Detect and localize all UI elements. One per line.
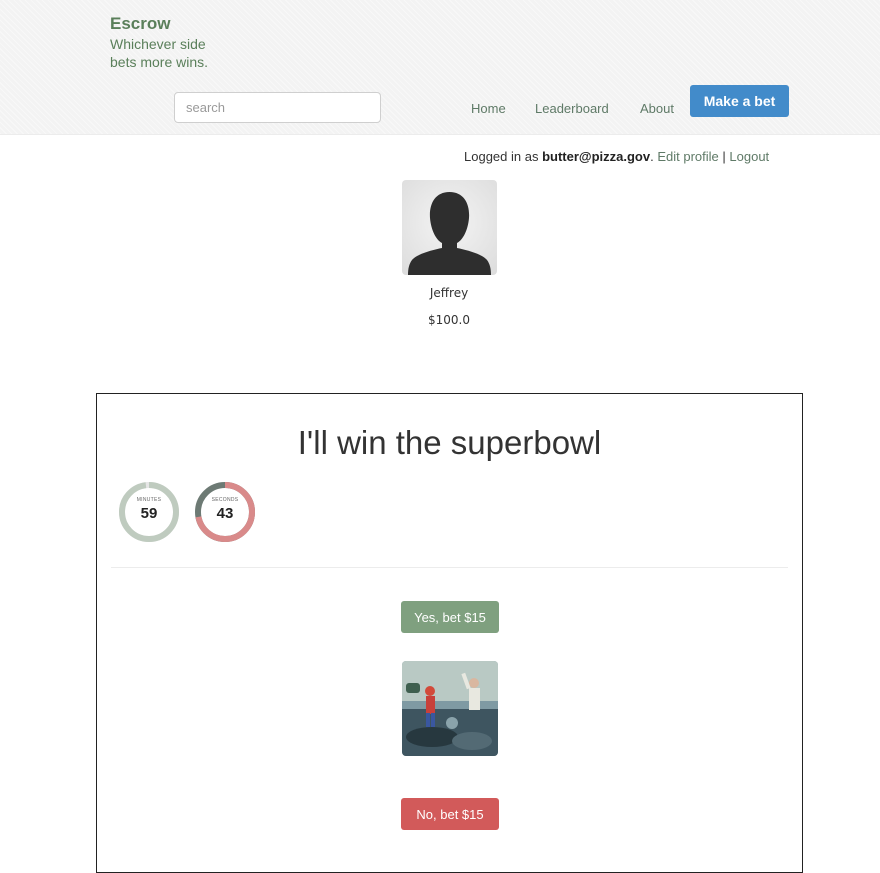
yes-bet-button[interactable]: Yes, bet $15 bbox=[401, 601, 499, 633]
card-divider bbox=[111, 567, 788, 568]
nav-home[interactable]: Home bbox=[471, 101, 506, 116]
bet-photo bbox=[402, 661, 498, 756]
seconds-label: SECONDS bbox=[211, 497, 239, 503]
brand-title[interactable]: Escrow bbox=[110, 14, 170, 34]
bet-title: I'll win the superbowl bbox=[297, 424, 602, 461]
session-email: butter@pizza.gov bbox=[542, 149, 651, 164]
make-bet-button[interactable]: Make a bet bbox=[690, 85, 789, 117]
seconds-timer: SECONDS 43 bbox=[193, 480, 257, 544]
logout-link[interactable]: Logout bbox=[729, 149, 769, 164]
search-input[interactable] bbox=[174, 92, 381, 123]
session-separator: | bbox=[722, 149, 726, 164]
nav-leaderboard[interactable]: Leaderboard bbox=[535, 101, 609, 116]
no-bet-button[interactable]: No, bet $15 bbox=[401, 798, 499, 830]
minutes-label: MINUTES bbox=[136, 497, 162, 503]
seconds-value: 43 bbox=[216, 505, 234, 522]
bet-card: I'll win the superbowl MINUTES 59 SECOND… bbox=[96, 393, 803, 873]
site-header: Escrow Whichever side bets more wins. Ho… bbox=[0, 0, 880, 135]
session-status: Logged in as butter@pizza.gov. Edit prof… bbox=[464, 149, 769, 164]
person-silhouette-icon bbox=[408, 192, 491, 275]
avatar[interactable] bbox=[402, 180, 497, 275]
profile-name[interactable]: Jeffrey bbox=[400, 286, 498, 300]
brand-tagline: Whichever side bets more wins. bbox=[110, 36, 209, 70]
bet-image bbox=[402, 661, 498, 756]
profile-balance: $100.0 bbox=[428, 313, 470, 327]
session-suffix: . bbox=[650, 149, 654, 164]
session-prefix: Logged in as bbox=[464, 149, 539, 164]
edit-profile-link[interactable]: Edit profile bbox=[657, 149, 718, 164]
minutes-value: 59 bbox=[140, 505, 158, 522]
nav-about[interactable]: About bbox=[640, 101, 674, 116]
minutes-timer: MINUTES 59 bbox=[117, 480, 181, 544]
